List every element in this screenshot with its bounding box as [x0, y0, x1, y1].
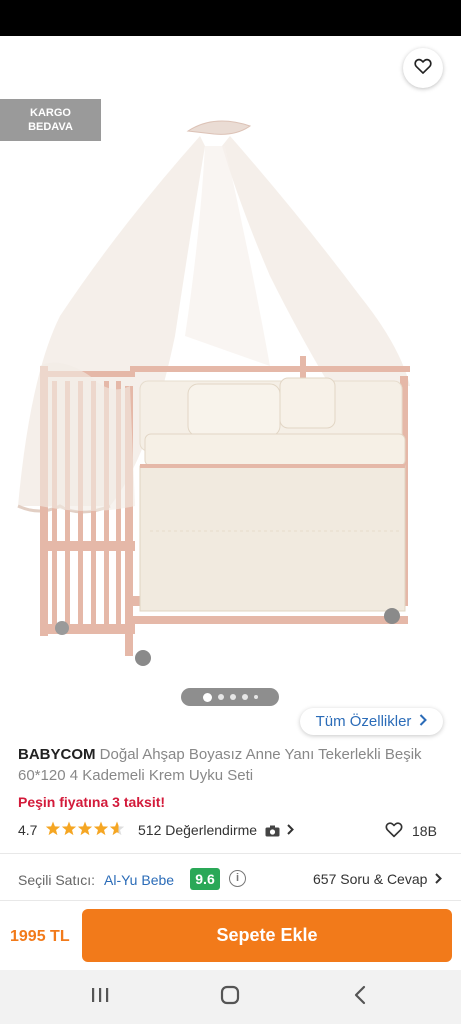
favorite-button[interactable]: [403, 48, 443, 88]
pager-dot[interactable]: [241, 694, 248, 700]
star-rating-icon: [45, 820, 129, 842]
star-icon: [77, 821, 93, 836]
seller-score-badge: 9.6: [190, 868, 220, 890]
chevron-right-icon: [419, 713, 428, 730]
favorite-count-button[interactable]: 18B: [384, 820, 437, 841]
review-count-text: 512 Değerlendirme: [138, 822, 258, 838]
qa-text: 657 Soru & Cevap: [313, 871, 428, 887]
gallery-pager[interactable]: [181, 688, 279, 706]
chevron-right-icon: [435, 871, 443, 887]
purchase-bar: 1995 TL Sepete Ekle: [0, 900, 461, 970]
info-icon[interactable]: i: [229, 870, 246, 887]
product-brand[interactable]: BABYCOM: [18, 746, 96, 763]
review-count-link[interactable]: 512 Değerlendirme: [138, 822, 294, 840]
pager-dot[interactable]: [202, 692, 212, 702]
favorite-count: 18B: [412, 822, 437, 839]
product-price: 1995 TL: [10, 928, 70, 945]
status-bar: [0, 0, 461, 36]
add-to-cart-button[interactable]: Sepete Ekle: [82, 909, 452, 962]
all-features-button[interactable]: Tüm Özellikler: [300, 708, 443, 735]
pager-dot[interactable]: [217, 694, 224, 700]
badge-line-1: KARGO: [30, 107, 71, 119]
recents-button[interactable]: [80, 982, 120, 1012]
star-icon: [109, 821, 125, 836]
installment-promo: Peşin fiyatına 3 taksit!: [18, 794, 166, 810]
heart-outline-icon: [384, 820, 404, 841]
home-button[interactable]: [210, 982, 250, 1012]
star-icon: [93, 821, 109, 836]
divider: [0, 853, 461, 854]
pager-dot[interactable]: [229, 694, 236, 700]
share-icon: [350, 54, 374, 83]
all-features-label: Tüm Özellikler: [315, 713, 412, 730]
home-icon: [220, 985, 240, 1010]
product-title: BABYCOM Doğal Ahşap Boyasız Anne Yanı Te…: [18, 744, 448, 786]
qa-link[interactable]: 657 Soru & Cevap: [313, 871, 443, 887]
seller-name-link[interactable]: Al-Yu Bebe: [104, 872, 174, 888]
recents-icon: [90, 986, 110, 1009]
camera-icon: [265, 824, 280, 840]
system-nav-bar: [0, 970, 461, 1024]
system-back-icon: [353, 985, 367, 1010]
seller-label: Seçili Satıcı:: [18, 872, 96, 888]
chevron-right-icon: [287, 822, 294, 838]
pager-dot[interactable]: [253, 695, 258, 699]
arrow-left-icon: [21, 55, 43, 82]
rating-value: 4.7: [18, 822, 38, 838]
seller-row: Seçili Satıcı: Al-Yu Bebe 9.6 i 657 Soru…: [18, 866, 443, 892]
badge-line-2: BEDAVA: [28, 121, 73, 133]
heart-outline-icon: [413, 56, 433, 81]
system-back-button[interactable]: [340, 982, 380, 1012]
share-button[interactable]: [344, 52, 380, 84]
back-button[interactable]: [14, 52, 50, 84]
top-nav: [0, 36, 461, 100]
rating-row: 4.7 512 Değerlendirme 18B: [18, 820, 443, 842]
star-icon: [61, 821, 77, 836]
free-shipping-badge: KARGO BEDAVA: [0, 99, 101, 141]
star-icon: [45, 821, 61, 836]
